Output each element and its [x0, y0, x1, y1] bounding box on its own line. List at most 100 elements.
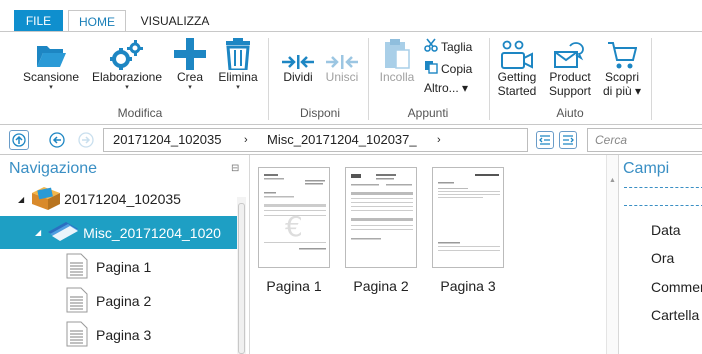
incolla-button[interactable]: Incolla [374, 32, 420, 84]
page-thumbnail[interactable] [432, 167, 504, 268]
copia-button[interactable]: Copia [424, 60, 472, 77]
incolla-label: Incolla [379, 70, 415, 84]
cart-icon [598, 32, 646, 70]
getting-started-label-1: Getting [497, 70, 537, 84]
elaborazione-label: Elaborazione [91, 70, 163, 84]
field-label: Ora [651, 250, 675, 266]
getting-started-label-2: Started [497, 84, 537, 98]
split-icon [276, 32, 320, 70]
crea-label: Crea [176, 70, 203, 84]
tree-node-page[interactable]: Pagina 3 [66, 320, 151, 350]
up-button[interactable] [9, 130, 29, 150]
elimina-button[interactable]: Elimina ▾ [214, 32, 262, 92]
group-label-modifica: Modifica [117, 106, 163, 120]
ribbon-separator [268, 38, 269, 120]
batch-box-icon [30, 185, 62, 214]
search-input[interactable]: Cerca [587, 128, 702, 152]
arrow-right-icon [78, 132, 94, 148]
tab-home[interactable]: HOME [68, 10, 126, 32]
breadcrumb[interactable]: 20171204_102035 › Misc_20171204_102037_ … [103, 128, 528, 152]
tree-label: Pagina 1 [96, 259, 152, 275]
elaborazione-button[interactable]: Elaborazione ▾ [86, 32, 168, 92]
pane-right-icon [563, 135, 574, 145]
sidebar-scrollbar[interactable] [237, 197, 246, 354]
dropdown-arrow: ▾ [125, 84, 129, 91]
field-label: Data [651, 222, 681, 238]
pane-left-icon [539, 135, 550, 145]
unisci-button[interactable]: Unisci [320, 32, 364, 84]
dropdown-arrow: ▾ [188, 84, 192, 91]
thumbnail-label: Pagina 1 [266, 278, 322, 294]
ribbon-separator [651, 38, 652, 120]
merge-icon [320, 32, 364, 70]
ribbon-separator [368, 38, 369, 120]
divider [624, 187, 702, 188]
arrow-up-icon [12, 133, 26, 147]
clipboard-icon [374, 32, 420, 70]
navigation-title: Navigazione [9, 160, 98, 177]
folder-open-icon [14, 32, 88, 70]
letter-preview-icon [438, 174, 500, 251]
scopri-button[interactable]: Scopri di più ▾ [598, 32, 646, 98]
page-thumbnail[interactable] [345, 167, 417, 268]
field-label: Cartella [651, 307, 700, 323]
breadcrumb-item[interactable]: Misc_20171204_102037_ [267, 129, 417, 151]
navigation-bar: 20171204_102035 › Misc_20171204_102037_ … [0, 125, 702, 155]
page-thumbnail[interactable]: € [258, 167, 330, 268]
group-label-aiuto: Aiuto [556, 106, 584, 120]
dividi-button[interactable]: Dividi [276, 32, 320, 84]
breadcrumb-separator[interactable]: › [244, 129, 248, 151]
plus-icon [168, 32, 212, 70]
tree-node-page[interactable]: Pagina 2 [66, 286, 151, 316]
copia-label: Copia [441, 61, 473, 76]
tree-node-batch[interactable]: ◢ 20171204_102035 [18, 185, 181, 213]
scansione-button[interactable]: Scansione ▾ [14, 32, 88, 92]
ribbon: Scansione ▾ Elaborazione ▾ Crea ▾ Elimin… [0, 31, 702, 125]
altro-button[interactable]: Altro... ▾ [424, 81, 468, 95]
scopri-label-1: Scopri [604, 70, 639, 84]
group-label-disponi: Disponi [299, 106, 341, 120]
group-label-appunti: Appunti [407, 106, 449, 120]
expand-arrow-icon[interactable]: ◢ [35, 228, 41, 237]
tree-node-document[interactable]: ◢ Misc_20171204_1020 [0, 216, 237, 249]
forward-button[interactable] [76, 130, 96, 150]
scrollbar-thumb[interactable] [238, 203, 245, 354]
breadcrumb-separator[interactable]: › [437, 129, 441, 151]
product-support-button[interactable]: Product Support [544, 32, 596, 98]
dropdown-arrow: ▾ [236, 84, 240, 91]
tree-node-page[interactable]: Pagina 1 [66, 252, 151, 282]
tree-label: Misc_20171204_1020 [83, 224, 221, 241]
dividi-label: Dividi [283, 70, 313, 84]
tab-view[interactable]: VISUALIZZA [134, 10, 216, 32]
pin-icon[interactable]: ⊟ [231, 163, 239, 174]
collapse-pane-button[interactable] [536, 131, 554, 149]
navigation-panel: Navigazione ⊟ ◢ 20171204_102035 ◢ Misc_2… [0, 155, 246, 354]
back-button[interactable] [47, 130, 67, 150]
taglia-button[interactable]: Taglia [424, 38, 472, 55]
ribbon-tabs: FILE HOME VISUALIZZA [0, 0, 702, 32]
svg-text:€: € [285, 210, 303, 243]
elimina-label: Elimina [218, 70, 258, 84]
product-support-label-2: Support [548, 84, 592, 98]
scissors-icon [424, 38, 438, 55]
taglia-label: Taglia [441, 39, 473, 54]
altro-label: Altro... ▾ [424, 81, 469, 95]
scopri-label-2: di più ▾ [602, 84, 642, 98]
thumbnail-area: € Pagina 1 Pagina 2 Pagina 3 [249, 155, 607, 354]
content-scrollbar[interactable]: ▲ [606, 155, 618, 354]
video-call-icon [494, 32, 540, 70]
tree-label: Pagina 2 [96, 293, 152, 309]
invoice-preview-icon: € [264, 174, 326, 250]
dropdown-arrow: ▾ [49, 84, 53, 91]
tab-file[interactable]: FILE [14, 10, 63, 32]
expand-pane-button[interactable] [559, 131, 577, 149]
divider [624, 205, 702, 206]
thumbnail-label: Pagina 3 [440, 278, 496, 294]
page-icon [66, 287, 88, 316]
tree-label: Pagina 3 [96, 327, 152, 343]
expand-arrow-icon[interactable]: ◢ [18, 195, 24, 204]
crea-button[interactable]: Crea ▾ [168, 32, 212, 92]
getting-started-button[interactable]: Getting Started [494, 32, 540, 98]
breadcrumb-item[interactable]: 20171204_102035 [113, 129, 221, 151]
scroll-up-icon[interactable]: ▲ [609, 177, 616, 184]
